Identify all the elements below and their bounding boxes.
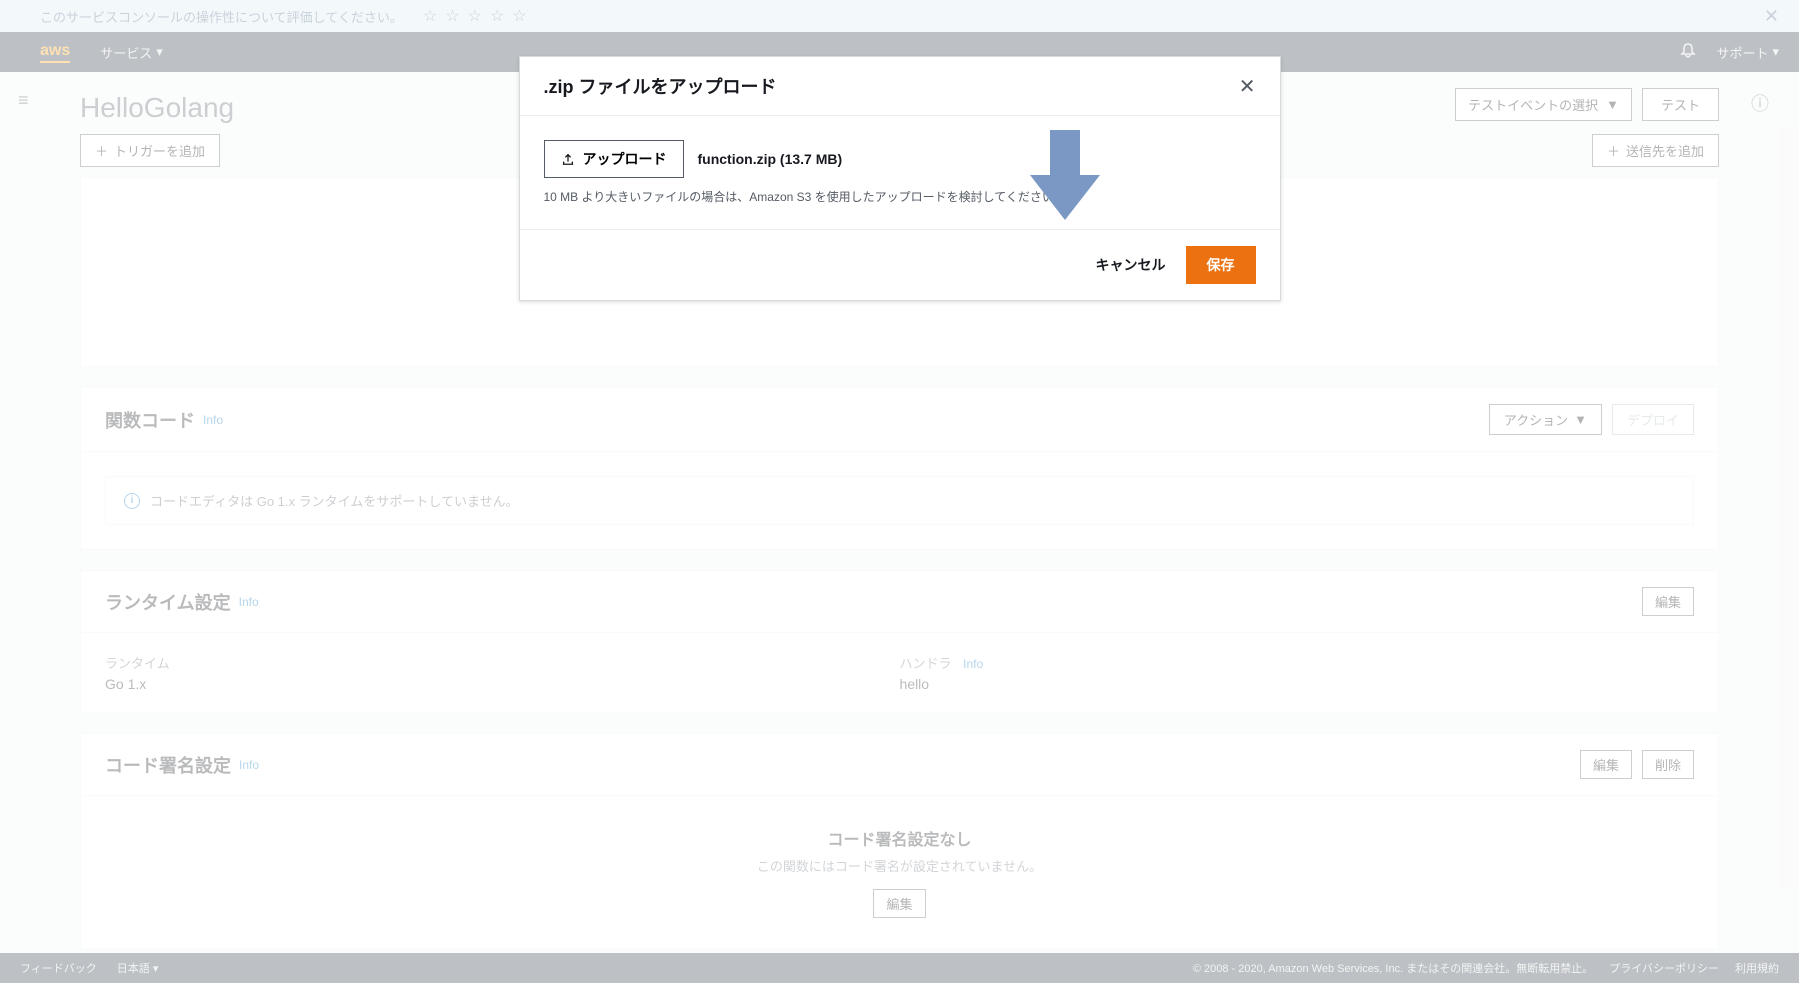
close-icon[interactable]: ✕ bbox=[1239, 74, 1256, 99]
modal-footer: キャンセル 保存 bbox=[520, 229, 1280, 300]
upload-modal: .zip ファイルをアップロード ✕ アップロード function.zip (… bbox=[519, 56, 1281, 301]
modal-body: アップロード function.zip (13.7 MB) 10 MB より大き… bbox=[520, 116, 1280, 229]
upload-icon bbox=[561, 152, 575, 166]
save-button[interactable]: 保存 bbox=[1186, 246, 1256, 284]
upload-button[interactable]: アップロード bbox=[544, 140, 684, 178]
modal-title: .zip ファイルをアップロード bbox=[544, 73, 777, 99]
cancel-button[interactable]: キャンセル bbox=[1092, 246, 1170, 284]
upload-hint: 10 MB より大きいファイルの場合は、Amazon S3 を使用したアップロー… bbox=[544, 188, 1256, 205]
file-name: function.zip (13.7 MB) bbox=[698, 151, 843, 167]
pointer-arrow-icon bbox=[1030, 130, 1100, 225]
modal-header: .zip ファイルをアップロード ✕ bbox=[520, 57, 1280, 116]
